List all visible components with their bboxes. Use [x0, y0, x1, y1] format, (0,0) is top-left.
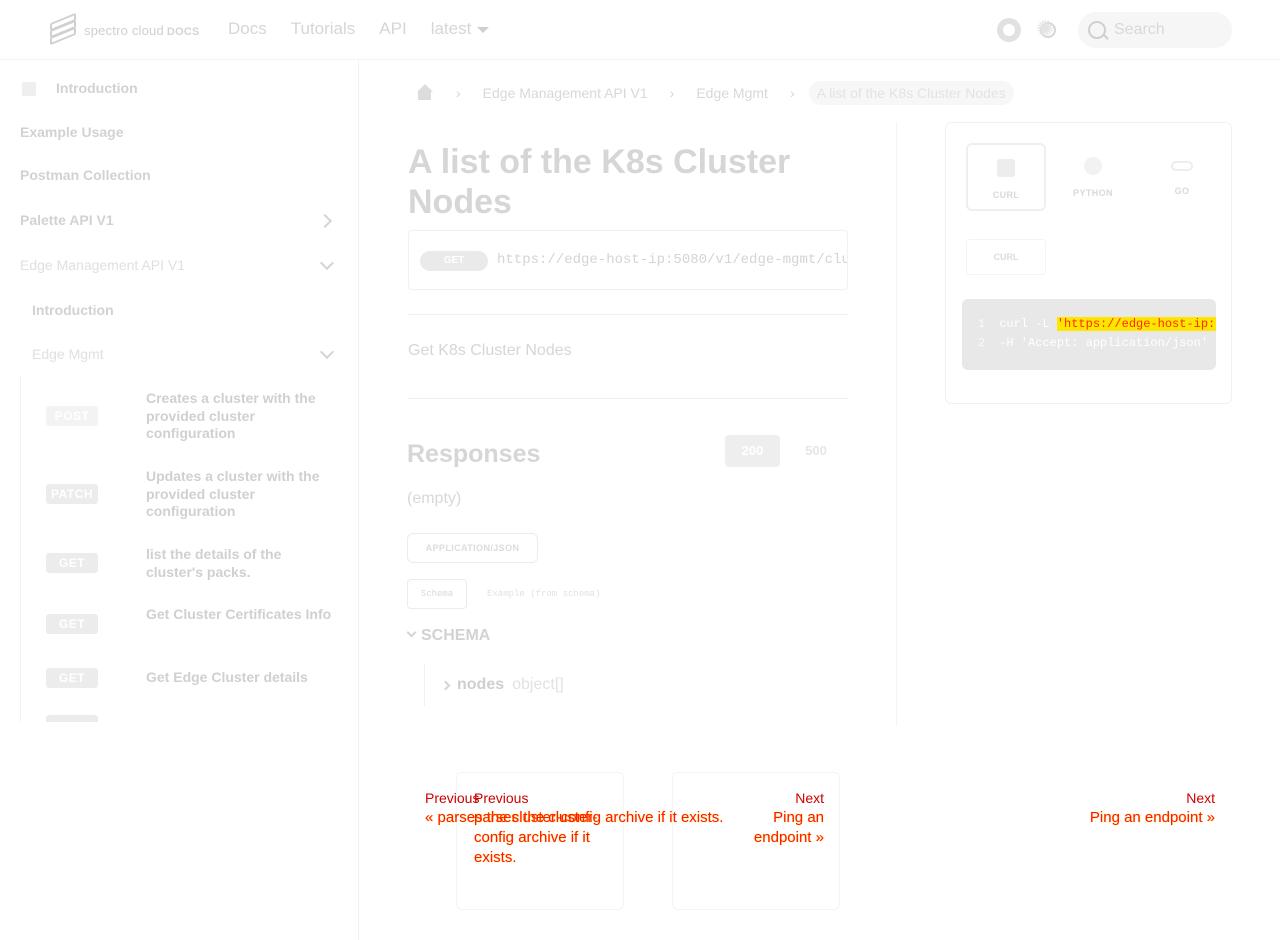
- divider: [408, 314, 848, 315]
- schema-field-row[interactable]: nodes object[]: [424, 664, 848, 706]
- endpoint-label: Creates a cluster with the provided clus…: [146, 390, 316, 441]
- divider: [896, 122, 897, 726]
- nav-links: Docs Tutorials API latest: [228, 19, 489, 39]
- nav-tutorials[interactable]: Tutorials: [291, 19, 356, 39]
- status-200-tab[interactable]: 200: [725, 435, 780, 467]
- prev-title: parses the cluster-config archive if it …: [474, 809, 598, 866]
- endpoint-list: POST Creates a cluster with the provided…: [20, 376, 340, 722]
- method-badge: POST: [46, 406, 98, 426]
- chevron-right-icon: ›: [456, 85, 461, 101]
- home-icon[interactable]: [416, 84, 434, 102]
- endpoint-label: list the details of the cluster's packs.: [146, 546, 282, 580]
- breadcrumb-current: A list of the K8s Cluster Nodes: [808, 81, 1014, 105]
- endpoint-label: Get Edge Cluster details: [146, 669, 308, 685]
- field-type: object[]: [512, 676, 564, 693]
- top-navbar: spectro cloud DOCS Docs Tutorials API lat…: [0, 0, 1280, 60]
- endpoint-url: https://edge-host-ip:5080/v1/edge-mgmt/c…: [497, 252, 848, 268]
- code-line: 1curl -L 'https://edge-host-ip:5080/v1/e…: [978, 315, 1216, 334]
- breadcrumb: › Edge Management API V1 › Edge Mgmt › A…: [416, 80, 1036, 106]
- status-500-tab[interactable]: 500: [792, 435, 840, 467]
- pagination-next-card-text[interactable]: Next Ping an endpoint »: [726, 788, 824, 848]
- method-badge: GET: [46, 614, 98, 634]
- divider: [408, 398, 848, 399]
- search-icon: [1088, 21, 1106, 39]
- python-icon: [1084, 157, 1102, 175]
- next-title: Ping an endpoint »: [1089, 809, 1215, 826]
- sidebar-item-postman[interactable]: Postman Collection: [20, 167, 151, 183]
- chevron-right-icon[interactable]: [317, 213, 333, 229]
- method-badge: [46, 715, 98, 722]
- lang-tab-curl[interactable]: CURL: [966, 143, 1046, 211]
- endpoint-description: Get K8s Cluster Nodes: [408, 342, 572, 359]
- next-title: Ping an endpoint »: [753, 809, 824, 846]
- lang-label: PYTHON: [1073, 188, 1113, 198]
- lang-label: CURL: [992, 190, 1020, 200]
- sidebar-item-example-usage[interactable]: Example Usage: [20, 124, 124, 140]
- code-string: 'https://edge-host-ip:5080/v1/edge-mgmt/…: [1056, 317, 1216, 331]
- chevron-down-icon[interactable]: [319, 255, 335, 271]
- method-badge: GET: [420, 251, 488, 271]
- method-badge: PATCH: [46, 484, 98, 504]
- github-icon[interactable]: [997, 18, 1021, 42]
- chevron-right-icon: [440, 680, 451, 690]
- code-sample-panel: CURL PYTHON GO CURL 1 curl -L 'https://ed…: [945, 122, 1232, 404]
- code-line: 2 -H 'Accept: application/json': [978, 336, 1209, 350]
- lang-tab-python[interactable]: PYTHON: [1053, 143, 1133, 211]
- logo[interactable]: spectro cloud DOCS: [48, 12, 200, 46]
- sidebar: Introduction Example Usage Postman Colle…: [0, 60, 359, 940]
- pagination-prev-card-text[interactable]: Previous parses the cluster-config archi…: [474, 788, 604, 868]
- method-badge: GET: [46, 553, 98, 573]
- code-block[interactable]: 1curl -L 'https://edge-host-ip:5080/v1/e…: [962, 299, 1216, 370]
- tab-example[interactable]: Example (from schema): [487, 589, 600, 599]
- lang-tab-go[interactable]: GO: [1142, 143, 1222, 211]
- next-label: Next: [1186, 790, 1215, 806]
- lang-label: GO: [1174, 186, 1190, 196]
- mime-type-tab[interactable]: APPLICATION/JSON: [407, 533, 538, 563]
- chevron-right-icon: ›: [789, 85, 795, 101]
- chevron-down-icon: [406, 627, 417, 637]
- logo-text: spectro cloud DOCS: [84, 22, 200, 38]
- pagination-next[interactable]: Next Ping an endpoint »: [1040, 788, 1215, 828]
- intro-icon: [22, 82, 36, 96]
- go-icon: [1171, 161, 1193, 171]
- version-dropdown[interactable]: latest: [431, 19, 490, 39]
- chevron-down-icon[interactable]: [319, 344, 335, 360]
- sidebar-item-edge-mgmt-api[interactable]: Edge Management API V1: [20, 257, 185, 273]
- field-name: nodes: [457, 676, 505, 693]
- page-title: A list of the K8s Cluster Nodes: [408, 143, 791, 221]
- chevron-right-icon: ›: [669, 85, 675, 101]
- nav-api[interactable]: API: [379, 19, 406, 39]
- schema-tabs: Schema Example (from schema): [407, 579, 600, 609]
- endpoint-label: Get Cluster Certificates Info: [146, 606, 332, 622]
- endpoint-url-box[interactable]: GET https://edge-host-ip:5080/v1/edge-mg…: [408, 230, 848, 290]
- endpoint-label: Updates a cluster with the provided clus…: [146, 468, 320, 519]
- prev-label: Previous: [474, 790, 529, 806]
- method-badge: GET: [46, 668, 98, 688]
- search-input[interactable]: Search: [1078, 12, 1232, 48]
- variant-tab-curl[interactable]: CURL: [966, 239, 1046, 275]
- breadcrumb-item[interactable]: Edge Management API V1: [483, 85, 648, 101]
- sidebar-item-edge-intro[interactable]: Introduction: [32, 302, 114, 318]
- sidebar-item-introduction[interactable]: Introduction: [56, 80, 138, 96]
- next-label: Next: [795, 790, 824, 806]
- responses-heading: Responses: [407, 440, 541, 468]
- sidebar-item-edge-mgmt[interactable]: Edge Mgmt: [32, 346, 104, 362]
- theme-toggle-icon[interactable]: [1036, 16, 1056, 42]
- breadcrumb-item[interactable]: Edge Mgmt: [696, 85, 768, 101]
- nav-docs[interactable]: Docs: [228, 19, 267, 39]
- curl-icon: [997, 159, 1015, 177]
- tab-schema[interactable]: Schema: [407, 579, 467, 609]
- response-description: (empty): [407, 490, 462, 507]
- sidebar-item-palette-api[interactable]: Palette API V1: [20, 212, 114, 228]
- schema-label: SCHEMA: [421, 627, 491, 644]
- search-placeholder: Search: [1114, 21, 1165, 38]
- schema-toggle[interactable]: SCHEMA: [406, 627, 491, 645]
- logo-icon: [48, 12, 78, 46]
